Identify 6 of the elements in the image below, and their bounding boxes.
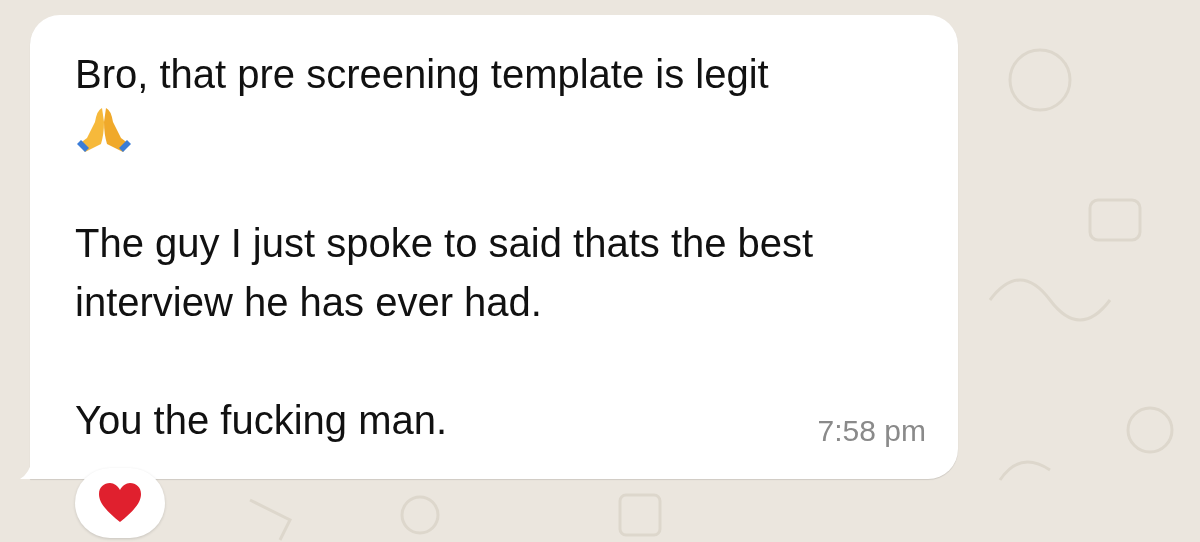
message-text: The guy I just spoke to said thats the best interview he has ever had. [75,220,815,326]
message-time: 7:58 pm [817,414,926,449]
message-text: You the fucking man. [75,397,448,444]
heart-icon [97,482,143,524]
message-text: Bro, that pre screening template is legit [75,51,770,98]
reaction-pill[interactable] [75,468,165,538]
